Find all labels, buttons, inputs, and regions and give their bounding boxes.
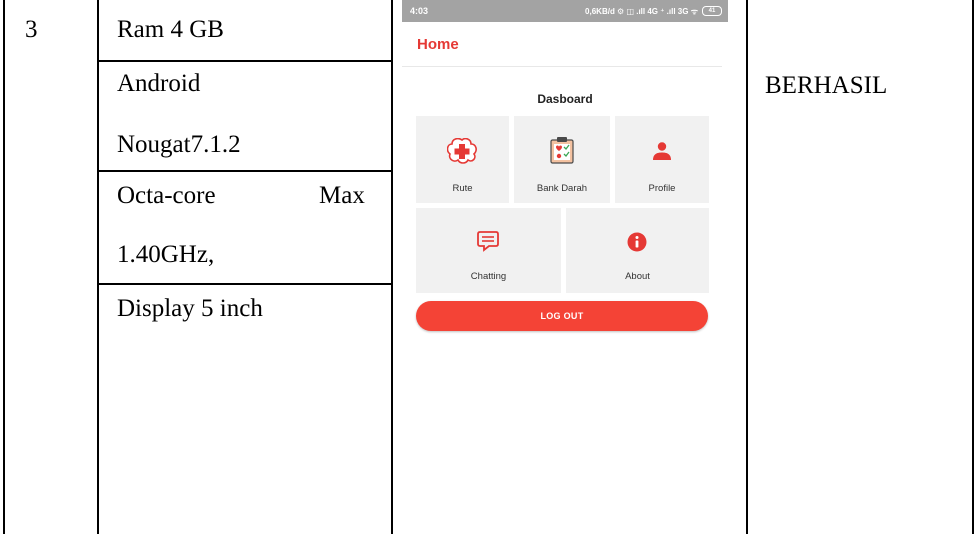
tile-about[interactable]: About xyxy=(566,208,709,293)
spec-android: Android xyxy=(117,70,201,97)
tile-label: About xyxy=(625,271,650,282)
row-divider xyxy=(97,170,392,172)
tile-rute[interactable]: Rute xyxy=(416,116,509,203)
tile-bank-darah[interactable]: Bank Darah xyxy=(514,116,610,203)
tile-label: Bank Darah xyxy=(536,183,588,194)
chat-icon xyxy=(477,231,499,252)
status-bar: 4:03 0,6KB/d ⚙ ◫ .ıll 4G ⁺ .ıll 3G ᯤ 41 xyxy=(402,0,728,22)
phone-screenshot: 4:03 0,6KB/d ⚙ ◫ .ıll 4G ⁺ .ıll 3G ᯤ 41 … xyxy=(402,0,728,534)
result-status: BERHASIL xyxy=(765,72,888,99)
row-divider xyxy=(97,60,392,62)
row-divider xyxy=(97,283,392,285)
tile-profile[interactable]: Profile xyxy=(615,116,709,203)
status-indicators-group: 0,6KB/d ⚙ ◫ .ıll 4G ⁺ .ıll 3G ᯤ 41 xyxy=(585,6,722,17)
status-indicators: 0,6KB/d ⚙ ◫ .ıll 4G ⁺ .ıll 3G ᯤ xyxy=(585,6,698,16)
table-border-col3 xyxy=(746,0,748,534)
app-bar: Home xyxy=(402,22,722,67)
clipboard-icon xyxy=(550,137,574,164)
person-icon xyxy=(653,142,671,160)
table-border-col1 xyxy=(97,0,99,534)
tile-chatting[interactable]: Chatting xyxy=(416,208,561,293)
spec-octa-core: Octa-core xyxy=(117,182,216,209)
document-table: 3 Ram 4 GB Android Nougat7.1.2 Octa-core… xyxy=(0,0,976,534)
page-title: Home xyxy=(417,35,459,53)
tile-label: Chatting xyxy=(470,271,507,282)
dashboard-title: Dasboard xyxy=(537,92,593,106)
logout-button[interactable]: LOG OUT xyxy=(416,301,708,331)
row-number: 3 xyxy=(25,16,38,43)
tile-label: Profile xyxy=(648,183,676,194)
spec-clock: 1.40GHz, xyxy=(117,241,215,268)
table-border-left xyxy=(3,0,5,534)
medical-cross-icon xyxy=(447,138,477,164)
spec-display: Display 5 inch xyxy=(117,295,263,322)
status-time: 4:03 xyxy=(410,6,429,16)
spec-ram: Ram 4 GB xyxy=(117,16,224,43)
battery-icon: 41 xyxy=(702,6,722,16)
table-border-right xyxy=(972,0,974,534)
table-border-col2 xyxy=(391,0,393,534)
spec-nougat: Nougat7.1.2 xyxy=(117,131,241,158)
spec-max: Max xyxy=(319,182,365,209)
tile-label: Rute xyxy=(452,183,473,194)
info-icon xyxy=(627,232,647,252)
